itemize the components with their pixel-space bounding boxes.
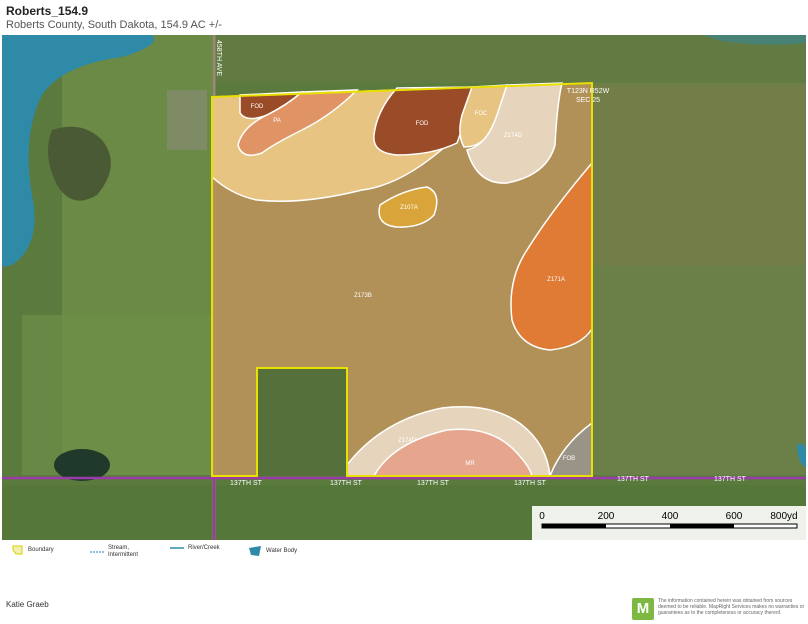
river-line-icon	[170, 547, 184, 549]
mapright-logo: M	[632, 598, 654, 620]
label-z174d-ne: Z174D	[504, 133, 523, 139]
scale-tick-600: 600	[726, 511, 743, 522]
label-mr: MR	[465, 461, 475, 467]
label-z173b: Z173B	[354, 293, 372, 299]
legend-stream-label-2: Intermittent	[108, 552, 139, 558]
stream-line-icon	[90, 551, 104, 553]
label-fod-n: FOD	[416, 121, 429, 127]
scale-tick-400: 400	[662, 511, 679, 522]
label-pa: PA	[273, 118, 281, 124]
field-north	[212, 35, 806, 83]
label-fod-nw: FOD	[251, 104, 264, 110]
boundary-swatch-icon	[12, 545, 23, 555]
legend-boundary: Boundary	[12, 545, 54, 555]
map-view[interactable]: FOD PA FOD FOC Z174D Z107A Z171A Z173B Z…	[2, 35, 806, 540]
scale-tick-0: 0	[539, 511, 545, 522]
legend-stream-label-1: Stream,	[108, 545, 130, 551]
legend-river-label: River/Creek	[188, 545, 220, 551]
field-southwest	[22, 315, 212, 475]
legend-stream: Stream, Intermittent	[90, 545, 138, 559]
map-legend: Boundary Stream, Intermittent River/Cree…	[10, 545, 710, 565]
legend-river: River/Creek	[170, 545, 220, 551]
scale-tick-800yd: 800yd	[770, 511, 797, 522]
scale-tick-200: 200	[598, 511, 615, 522]
disclaimer-text: The information contained herein was obt…	[658, 598, 805, 616]
legend-boundary-label: Boundary	[28, 547, 54, 553]
road-label-137th-st-1: 137TH ST	[230, 480, 263, 487]
road-label-458th-ave: 458TH AVE	[215, 40, 222, 76]
label-z174d-s: Z174D	[398, 438, 417, 444]
label-z107a: Z107A	[400, 205, 418, 211]
road-label-137th-st-3: 137TH ST	[417, 480, 450, 487]
section-label-line2: SEC 25	[576, 97, 600, 104]
map-subtitle: Roberts County, South Dakota, 154.9 AC +…	[6, 19, 222, 31]
road-label-137th-st-4: 137TH ST	[514, 480, 547, 487]
road-label-137th-st-5: 137TH ST	[617, 476, 650, 483]
pond-southwest	[54, 449, 110, 481]
label-z171a: Z171A	[547, 277, 565, 283]
road-label-137th-st-6: 137TH ST	[714, 476, 747, 483]
water-body-icon	[249, 546, 261, 556]
scale-bar: 0 200 400 600 800yd	[532, 506, 806, 540]
legend-water-label: Water Body	[266, 548, 298, 554]
author-name: Katie Graeb	[6, 600, 49, 609]
label-fob: FOB	[563, 456, 575, 462]
farmstead	[167, 90, 207, 150]
field-east-brown	[592, 85, 806, 265]
legend-water: Water Body	[248, 545, 297, 557]
map-title: Roberts_154.9	[6, 4, 89, 18]
excluded-parcel	[257, 368, 347, 476]
label-foc: FOC	[475, 111, 488, 117]
road-label-137th-st-2: 137TH ST	[330, 480, 363, 487]
section-label-line1: T123N R52W	[567, 88, 610, 95]
